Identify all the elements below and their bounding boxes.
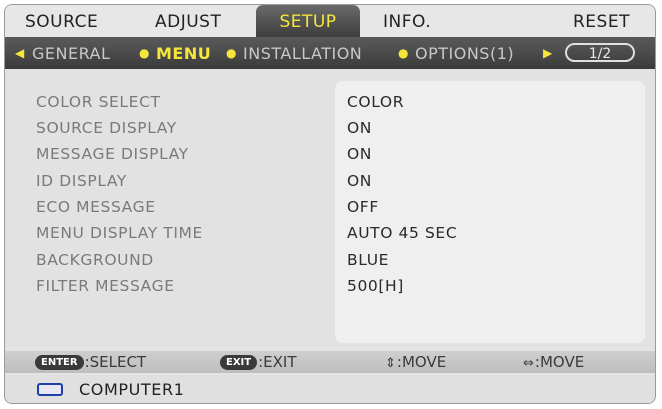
settings-panel: COLOR SELECT COLOR SOURCE DISPLAY ON MES… — [5, 69, 655, 347]
sub-tab-bar: ◀ GENERAL ● MENU ● INSTALLATION ● OPTION… — [5, 37, 655, 69]
setting-value[interactable]: OFF — [347, 194, 379, 220]
separator-dot-icon: ● — [139, 46, 150, 60]
right-arrow-icon[interactable]: ▶ — [543, 37, 552, 69]
setting-label: COLOR SELECT — [36, 93, 161, 111]
setting-row-background[interactable]: BACKGROUND BLUE — [5, 247, 655, 273]
setting-row-eco-message[interactable]: ECO MESSAGE OFF — [5, 194, 655, 220]
setting-label: MENU DISPLAY TIME — [36, 224, 203, 242]
left-arrow-icon[interactable]: ◀ — [15, 37, 24, 69]
setting-row-color-select[interactable]: COLOR SELECT COLOR — [5, 89, 655, 115]
setting-label: SOURCE DISPLAY — [36, 119, 177, 137]
tab-reset[interactable]: RESET — [573, 5, 630, 37]
separator-dot-icon: ● — [226, 46, 237, 60]
tab-setup[interactable]: SETUP — [256, 5, 360, 37]
monitor-icon — [37, 383, 63, 396]
hint-move-updown: ⇕:MOVE — [385, 351, 446, 373]
hint-exit-text: :EXIT — [258, 353, 297, 371]
setting-value[interactable]: 500[H] — [347, 273, 404, 299]
key-hint-bar: ENTER:SELECT EXIT:EXIT ⇕:MOVE ⇔:MOVE — [5, 351, 655, 373]
setting-value[interactable]: COLOR — [347, 89, 404, 115]
hint-move-leftright: ⇔:MOVE — [523, 351, 584, 373]
subtab-general[interactable]: GENERAL — [32, 37, 110, 69]
setting-label: ID DISPLAY — [36, 172, 127, 190]
subtab-menu[interactable]: MENU — [156, 37, 211, 69]
hint-exit: EXIT:EXIT — [220, 351, 297, 373]
source-bar: COMPUTER1 — [5, 375, 655, 403]
setting-label: BACKGROUND — [36, 251, 154, 269]
setting-value[interactable]: ON — [347, 141, 372, 167]
main-tab-bar: SOURCE ADJUST SETUP INFO. RESET — [5, 5, 655, 37]
hint-select-text: :SELECT — [84, 353, 147, 371]
setting-value[interactable]: AUTO 45 SEC — [347, 220, 457, 246]
exit-key-icon: EXIT — [220, 355, 258, 370]
projector-osd-menu: SOURCE ADJUST SETUP INFO. RESET ◀ GENERA… — [4, 4, 656, 404]
hint-select: ENTER:SELECT — [35, 351, 146, 373]
setting-row-id-display[interactable]: ID DISPLAY ON — [5, 168, 655, 194]
hint-move-text: :MOVE — [396, 353, 447, 371]
setting-value[interactable]: ON — [347, 115, 372, 141]
tab-info[interactable]: INFO. — [383, 5, 431, 37]
separator-dot-icon: ● — [398, 46, 409, 60]
setting-row-source-display[interactable]: SOURCE DISPLAY ON — [5, 115, 655, 141]
setting-row-message-display[interactable]: MESSAGE DISPLAY ON — [5, 141, 655, 167]
subtab-installation[interactable]: INSTALLATION — [243, 37, 362, 69]
subtab-options[interactable]: OPTIONS(1) — [415, 37, 514, 69]
setting-row-menu-display-time[interactable]: MENU DISPLAY TIME AUTO 45 SEC — [5, 220, 655, 246]
setting-label: FILTER MESSAGE — [36, 277, 175, 295]
setting-label: ECO MESSAGE — [36, 198, 156, 216]
setting-label: MESSAGE DISPLAY — [36, 145, 189, 163]
left-right-arrow-icon: ⇔ — [523, 356, 534, 371]
enter-key-icon: ENTER — [35, 355, 84, 370]
setting-value[interactable]: BLUE — [347, 247, 389, 273]
setting-row-filter-message[interactable]: FILTER MESSAGE 500[H] — [5, 273, 655, 299]
setting-value[interactable]: ON — [347, 168, 372, 194]
page-indicator: 1/2 — [565, 43, 635, 62]
hint-move-text: :MOVE — [534, 353, 585, 371]
current-source: COMPUTER1 — [79, 380, 185, 399]
tab-source[interactable]: SOURCE — [25, 5, 98, 37]
tab-adjust[interactable]: ADJUST — [155, 5, 221, 37]
up-down-arrow-icon: ⇕ — [385, 356, 396, 371]
